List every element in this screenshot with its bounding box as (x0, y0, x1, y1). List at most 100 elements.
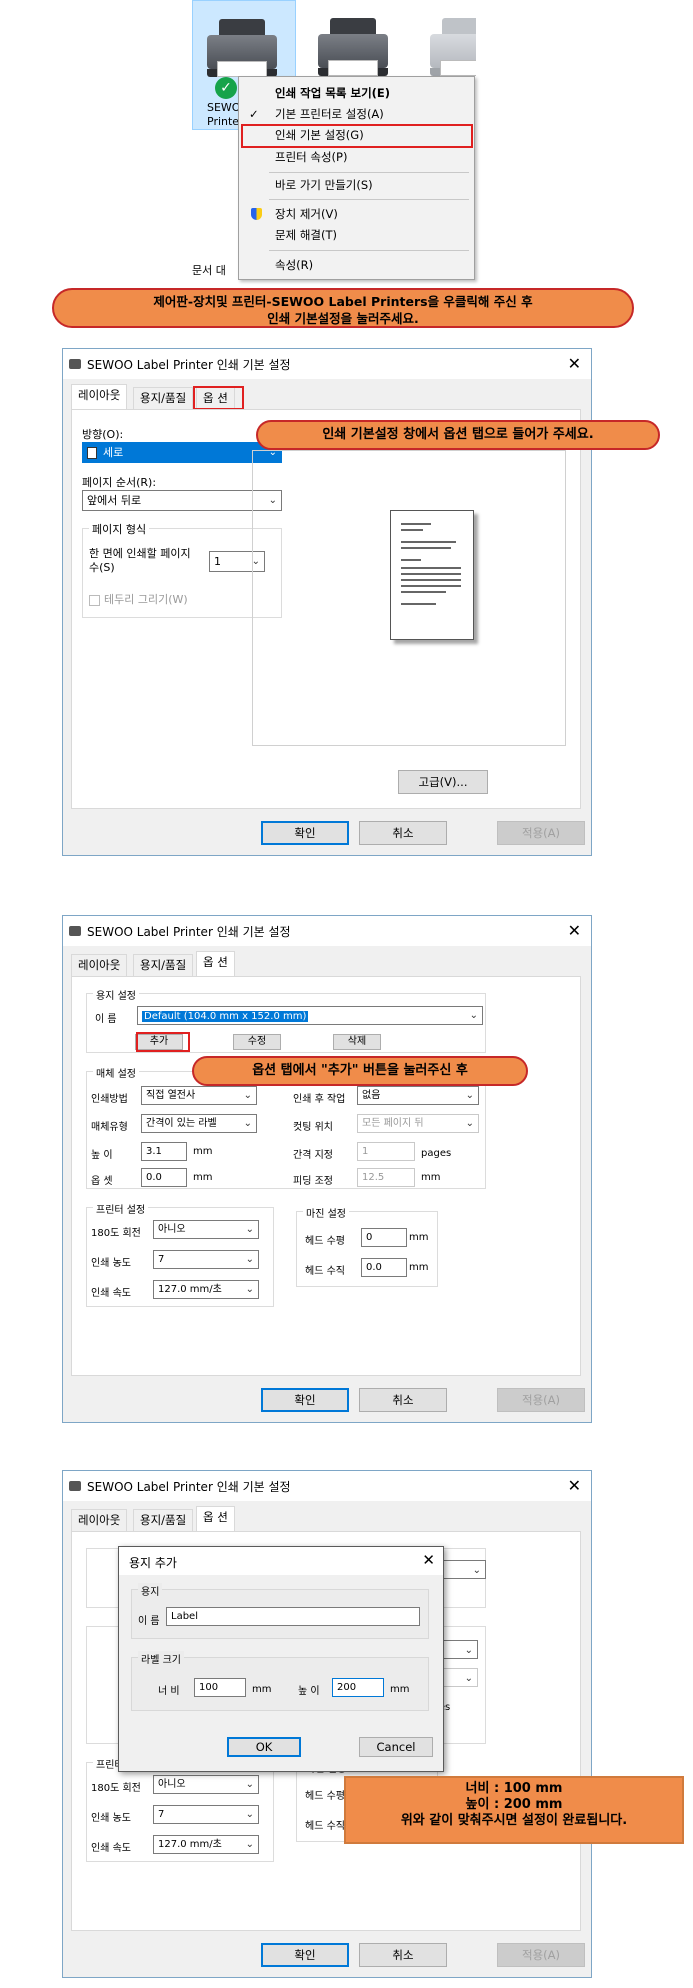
printer-settings-group: 프린터 설정 180도 회전 아니오⌄ 인쇄 농도 7⌄ 인쇄 속도 127.0… (86, 1756, 274, 1862)
margin-settings-group: 마진 설정 헤드 수평 0 mm 헤드 수직 0.0 mm (296, 1205, 438, 1287)
chevron-down-icon: ⌄ (464, 1673, 473, 1684)
chevron-down-icon: ⌄ (472, 1565, 481, 1576)
document-label-fragment: 문서 대 (192, 264, 226, 277)
menu-item-view-queue[interactable]: 인쇄 작업 목록 보기(E) (239, 83, 474, 103)
tab-paper-quality[interactable]: 용지/품질 (133, 954, 194, 976)
chevron-down-icon: ⌄ (245, 1224, 254, 1235)
close-icon[interactable]: ✕ (568, 921, 581, 940)
printer-icon (69, 926, 81, 936)
tab-panel: 방향(O): 세로 ⌄ 페이지 순서(R): 앞에서 뒤로 ⌄ 페이지 형식 한… (71, 409, 581, 809)
callout-step2: 인쇄 기본설정 창에서 옵션 탭으로 들어가 주세요. (256, 420, 660, 450)
media-settings-group: 매체 설정 인쇄방법 직접 열전사 ⌄ 매체유형 간격이 있는 라벨 ⌄ 높 이 3… (86, 1065, 486, 1189)
speed-select[interactable]: 127.0 mm/초 ⌄ (153, 1835, 259, 1854)
ok-button[interactable]: 확인 (261, 1943, 349, 1967)
rotate-select[interactable]: 아니오 ⌄ (153, 1775, 259, 1794)
width-input[interactable]: 100 (194, 1678, 246, 1697)
post-print-select[interactable]: 없음 ⌄ (357, 1086, 479, 1105)
menu-item-properties[interactable]: 속성(R) (239, 255, 474, 275)
printer-settings-group: 프린터 설정 180도 회전 아니오⌄ 인쇄 농도 7⌄ 인쇄 속도 127.0… (86, 1201, 274, 1307)
feed-input: 12.5 (357, 1168, 415, 1187)
apply-button: 적용(A) (497, 821, 585, 845)
paper-name-select[interactable]: Default (104.0 mm x 152.0 mm) ⌄ (137, 1006, 483, 1025)
menu-separator (269, 172, 469, 173)
offset-input[interactable]: 0.0 (141, 1168, 187, 1187)
head-horizontal-input[interactable]: 0 (361, 1228, 407, 1247)
pages-per-sheet-label: 한 면에 인쇄할 페이지 수(S) (89, 547, 191, 574)
menu-separator (269, 199, 469, 200)
density-select[interactable]: 7 ⌄ (153, 1805, 259, 1824)
cut-position-select: 모든 페이지 뒤 ⌄ (357, 1114, 479, 1133)
apply-button: 적용(A) (497, 1943, 585, 1967)
tab-layout[interactable]: 레이아웃 (71, 1509, 128, 1531)
callout-step1: 제어판-장치및 프린터-SEWOO Label Printers을 우클릭해 주… (52, 288, 634, 328)
printer-icon (69, 1481, 81, 1491)
print-method-select[interactable]: 직접 열전사 ⌄ (141, 1086, 257, 1105)
print-preferences-dialog-options: SEWOO Label Printer 인쇄 기본 설정 ✕ 레이아웃 용지/품… (62, 915, 592, 1423)
chevron-down-icon: ⌄ (465, 1090, 474, 1101)
paper-name-group: 용지 이 름 Label (131, 1583, 429, 1639)
close-icon[interactable]: ✕ (568, 354, 581, 373)
menu-item-set-default[interactable]: ✓ 기본 프린터로 설정(A) (239, 104, 474, 124)
rotate-select[interactable]: 아니오 ⌄ (153, 1220, 259, 1239)
dialog-title: SEWOO Label Printer 인쇄 기본 설정 (87, 358, 291, 372)
chevron-down-icon: ⌄ (245, 1284, 254, 1295)
add-paper-title: 용지 추가 (129, 1556, 177, 1570)
chevron-down-icon: ⌄ (464, 1645, 473, 1656)
chevron-down-icon: ⌄ (469, 1010, 478, 1021)
cancel-button[interactable]: 취소 (359, 1388, 447, 1412)
cancel-button[interactable]: 취소 (359, 1943, 447, 1967)
chevron-down-icon: ⌄ (245, 1809, 254, 1820)
checkbox-icon (89, 594, 100, 606)
chevron-down-icon: ⌄ (245, 1254, 254, 1265)
shield-icon (251, 208, 262, 220)
default-check-icon: ✓ (215, 77, 237, 99)
advanced-button[interactable]: 고급(V)... (398, 770, 488, 794)
chevron-down-icon: ⌄ (245, 1839, 254, 1850)
tab-options[interactable]: 옵 션 (196, 1506, 235, 1532)
printer-icon (69, 359, 81, 369)
draw-borders-checkbox[interactable]: 테두리 그리기(W) (89, 591, 188, 607)
menu-item-printer-properties[interactable]: 프린터 속성(P) (239, 147, 474, 167)
paper-name-input[interactable]: Label (166, 1607, 420, 1626)
height-input[interactable]: 3.1 (141, 1142, 187, 1161)
highlight-box (241, 124, 473, 148)
page-preview-icon (390, 510, 474, 640)
menu-item-troubleshoot[interactable]: 문제 해결(T) (239, 225, 474, 245)
tab-layout[interactable]: 레이아웃 (71, 954, 128, 976)
menu-item-create-shortcut[interactable]: 바로 가기 만들기(S) (239, 175, 474, 195)
density-select[interactable]: 7 ⌄ (153, 1250, 259, 1269)
chevron-down-icon: ⌄ (243, 1118, 252, 1129)
dialog-title: SEWOO Label Printer 인쇄 기본 설정 (87, 925, 291, 939)
close-icon[interactable]: ✕ (422, 1551, 435, 1569)
ok-button[interactable]: OK (227, 1737, 301, 1757)
height-input[interactable]: 200 (332, 1678, 384, 1697)
head-vertical-input[interactable]: 0.0 (361, 1258, 407, 1277)
highlight-box (136, 1032, 190, 1052)
media-type-select[interactable]: 간격이 있는 라벨 ⌄ (141, 1114, 257, 1133)
tab-paper-quality[interactable]: 용지/품질 (133, 1509, 194, 1531)
close-icon[interactable]: ✕ (568, 1476, 581, 1495)
tab-paper-quality[interactable]: 용지/품질 (133, 387, 194, 409)
menu-item-remove-device[interactable]: 장치 제거(V) (239, 204, 474, 224)
interval-input: 1 (357, 1142, 415, 1161)
menu-separator (269, 250, 469, 251)
chevron-down-icon: ⌄ (465, 1118, 474, 1129)
tab-options[interactable]: 옵 션 (196, 951, 235, 977)
ok-button[interactable]: 확인 (261, 1388, 349, 1412)
callout-step4: 너비 : 100 mm 높이 : 200 mm 위와 같이 맞춰주시면 설정이 … (344, 1776, 684, 1844)
cancel-button[interactable]: 취소 (359, 821, 447, 845)
edit-paper-button[interactable]: 수정 (233, 1034, 281, 1050)
highlight-box (193, 386, 244, 410)
chevron-down-icon: ⌄ (243, 1090, 252, 1101)
dialog-title: SEWOO Label Printer 인쇄 기본 설정 (87, 1480, 291, 1494)
chevron-down-icon: ⌄ (245, 1779, 254, 1790)
cancel-button[interactable]: Cancel (359, 1737, 433, 1757)
context-menu: 인쇄 작업 목록 보기(E) ✓ 기본 프린터로 설정(A) 인쇄 기본 설정(… (238, 76, 475, 280)
delete-paper-button[interactable]: 삭제 (333, 1034, 381, 1050)
tab-layout[interactable]: 레이아웃 (71, 384, 128, 410)
orientation-label: 방향(O): (82, 428, 124, 441)
speed-select[interactable]: 127.0 mm/초 ⌄ (153, 1280, 259, 1299)
page-order-label: 페이지 순서(R): (82, 476, 157, 489)
ok-button[interactable]: 확인 (261, 821, 349, 845)
portrait-icon (87, 447, 97, 459)
